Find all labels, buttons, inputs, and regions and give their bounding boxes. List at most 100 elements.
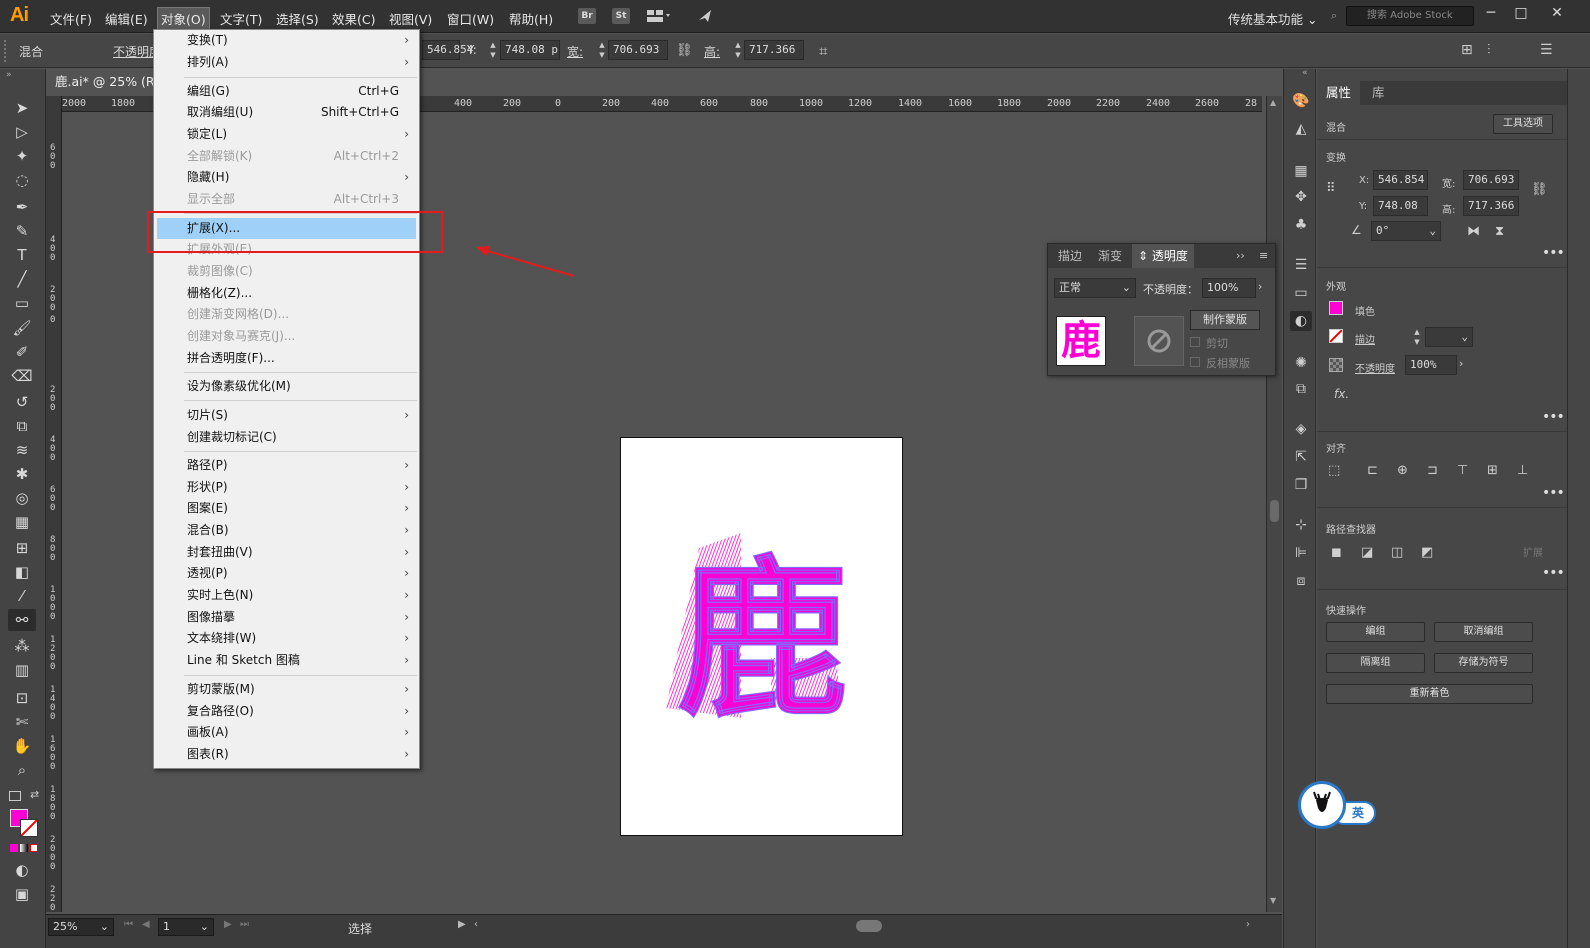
swap-colors-icon[interactable]: ⇄ (30, 788, 39, 801)
slice-tool-icon[interactable]: ✄ (8, 711, 36, 733)
menu-select[interactable]: 选择(S) (276, 9, 319, 28)
rectangle-tool-icon[interactable]: ▭ (8, 292, 36, 314)
shaper-tool-icon[interactable]: ✐ (8, 341, 36, 363)
hand-tool-icon[interactable]: ✋ (8, 735, 36, 757)
draw-mode-icon[interactable]: ◐ (8, 859, 36, 881)
y-field[interactable]: 748.08 p (1373, 196, 1428, 230)
y-stepper[interactable]: ▲ ▼ (487, 40, 499, 60)
h-field[interactable]: 717.366 (1463, 196, 1519, 216)
zoom-select[interactable]: 25% ⌄ (48, 918, 114, 936)
menu-item-slice[interactable]: 切片(S) › (154, 405, 419, 426)
type-tool-icon[interactable]: T (8, 244, 36, 266)
column-graph-tool-icon[interactable]: ▥ (8, 659, 36, 681)
pen-tool-icon[interactable]: ✒ (8, 196, 36, 218)
line-tool-icon[interactable]: ╱ (8, 268, 36, 290)
rotate-tool-icon[interactable]: ↺ (8, 391, 36, 413)
next-artboard-icon[interactable]: ▶ (224, 919, 232, 930)
arrange-documents-icon[interactable] (646, 8, 670, 24)
artboard-tool-icon[interactable]: ⊡ (8, 687, 36, 709)
collapse-panel-icon[interactable]: ›› (1236, 249, 1245, 262)
menu-item-path[interactable]: 路径(P) › (154, 455, 419, 476)
graphic-styles-icon[interactable]: ⧉ (1290, 379, 1312, 399)
menu-help[interactable]: 帮助(H) (509, 9, 553, 28)
scroll-up-icon[interactable]: ▲ (1270, 98, 1276, 107)
stroke-color-swatch[interactable] (1329, 329, 1343, 343)
make-mask-button[interactable]: 制作蒙版 (1190, 310, 1260, 330)
menu-item-group[interactable]: 编组(G) Ctrl+G (154, 81, 419, 102)
intersect-icon[interactable]: ◫ (1391, 545, 1403, 560)
gradient-panel-icon[interactable]: ▭ (1290, 283, 1312, 303)
tool-options-button[interactable]: 工具选项 (1493, 114, 1553, 134)
menu-item-lock[interactable]: 锁定(L) › (154, 124, 419, 145)
paintbrush-tool-icon[interactable]: 🖌 (8, 317, 36, 339)
opacity-slider-toggle-icon[interactable]: › (1459, 357, 1463, 370)
vertical-scrollbar[interactable]: ▲ ▼ (1266, 96, 1282, 912)
constrain-proportions-icon[interactable]: ⛓ (676, 43, 693, 58)
asset-export-icon[interactable]: ⇱ (1290, 447, 1312, 467)
properties-scrollbar[interactable] (1567, 69, 1590, 948)
appearance-panel-icon[interactable]: ✺ (1290, 353, 1312, 373)
minus-front-icon[interactable]: ◪ (1361, 545, 1373, 560)
more-options-icon[interactable]: ••• (1542, 409, 1565, 425)
menu-item-clipping-mask[interactable]: 剪切蒙版(M) › (154, 679, 419, 700)
align-top-icon[interactable]: ⊤ (1457, 463, 1468, 478)
symbols-panel-icon[interactable]: ♣ (1290, 215, 1312, 235)
align-panel-icon[interactable]: ⊫ (1290, 543, 1312, 563)
gradient-mode-icon[interactable] (20, 844, 28, 852)
color-mode-icon[interactable] (10, 844, 18, 852)
scroll-left-icon[interactable]: ‹ (474, 919, 478, 930)
x-field[interactable]: 546.854 (1373, 170, 1428, 190)
eyedropper-tool-icon[interactable]: ⁄ (8, 585, 36, 607)
pathfinder-panel-icon[interactable]: ⧈ (1290, 571, 1312, 591)
align-to-selection-icon[interactable]: ⬚ (1328, 463, 1340, 478)
layers-panel-icon[interactable]: ◈ (1290, 419, 1312, 439)
blend-mode-select[interactable]: 正常 ⌄ (1054, 278, 1136, 298)
menu-item-compound-path[interactable]: 复合路径(O) › (154, 701, 419, 722)
menu-item-graph[interactable]: 图表(R) › (154, 744, 419, 765)
menu-item-flatten-transparency[interactable]: 拼合透明度(F)... (154, 348, 419, 369)
none-mode-icon[interactable] (30, 844, 38, 852)
tab-transparency[interactable]: ⇕ 透明度 (1132, 244, 1194, 268)
menu-item-rasterize[interactable]: 栅格化(Z)... (154, 283, 419, 304)
menu-item-artboards[interactable]: 画板(A) › (154, 722, 419, 743)
align-objects-icon[interactable]: ⊞ (1461, 42, 1473, 58)
brushes-panel-icon[interactable]: ✥ (1290, 187, 1312, 207)
h-field[interactable]: 717.366 (744, 40, 804, 60)
mesh-tool-icon[interactable]: ⊞ (8, 537, 36, 559)
horizontal-scroll-thumb[interactable] (856, 920, 882, 932)
shape-builder-tool-icon[interactable]: ◎ (8, 487, 36, 509)
gpu-performance-icon[interactable] (697, 8, 715, 24)
stroke-weight-stepper[interactable]: ▲ ▼ (1411, 327, 1423, 347)
maximize-icon[interactable]: □ (1508, 4, 1534, 22)
menu-item-arrange[interactable]: 排列(A) › (154, 52, 419, 73)
opacity-field[interactable]: 100% (1202, 278, 1256, 298)
status-menu-icon[interactable]: ▶ (458, 919, 466, 930)
align-horizontal-center-icon[interactable]: ⊕ (1397, 463, 1408, 478)
more-options-icon[interactable]: ••• (1542, 565, 1565, 581)
selection-tool-icon[interactable]: ➤ (8, 97, 36, 119)
menu-file[interactable]: 文件(F) (50, 9, 92, 28)
menu-item-blend[interactable]: 混合(B) › (154, 520, 419, 541)
collapse-dock-icon[interactable]: « (1302, 68, 1308, 78)
tab-properties[interactable]: 属性 (1317, 81, 1361, 105)
tab-gradient[interactable]: 渐变 (1092, 244, 1128, 268)
stock-icon[interactable]: St (612, 8, 630, 24)
menu-object[interactable]: 对象(O) (157, 7, 210, 30)
opacity-slider-toggle-icon[interactable]: › (1258, 280, 1262, 293)
distribute-icon[interactable]: ⫶ (1487, 42, 1491, 58)
scale-tool-icon[interactable]: ⧉ (8, 415, 36, 437)
menu-item-image-trace[interactable]: 图像描摹 › (154, 607, 419, 628)
vertical-scroll-thumb[interactable] (1270, 500, 1279, 522)
menu-item-pattern[interactable]: 图案(E) › (154, 498, 419, 519)
x-field[interactable]: 546.854 (422, 40, 473, 60)
menu-item-envelope-distort[interactable]: 封套扭曲(V) › (154, 542, 419, 563)
stock-search-input[interactable]: 搜索 Adobe Stock (1346, 6, 1474, 26)
document-tab[interactable]: 鹿.ai* @ 25% (RG (47, 69, 157, 95)
group-button[interactable]: 编组 (1326, 622, 1425, 642)
swatches-panel-icon[interactable]: ▦ (1290, 161, 1312, 181)
save-as-symbol-button[interactable]: 存储为符号 (1434, 653, 1533, 673)
reference-point-icon[interactable]: ⠿ (1326, 181, 1336, 196)
w-field[interactable]: 706.693 (608, 40, 668, 60)
menu-item-transform[interactable]: 变换(T) › (154, 30, 419, 51)
artboard-select[interactable]: 1 ⌄ (158, 918, 214, 936)
